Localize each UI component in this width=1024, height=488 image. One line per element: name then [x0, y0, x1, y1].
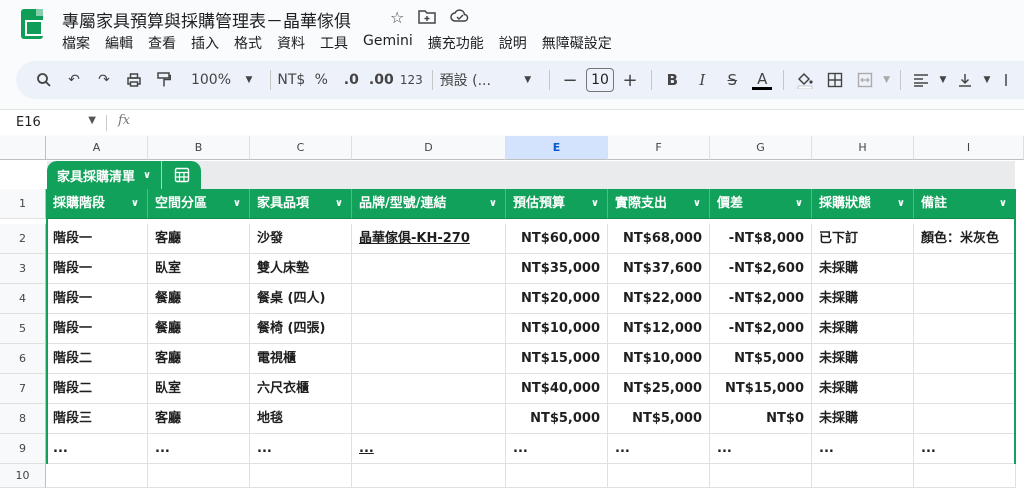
- menu-tools[interactable]: 工具: [320, 33, 348, 53]
- text-color-swatch: [752, 86, 773, 90]
- row-header-2[interactable]: 2: [0, 224, 46, 254]
- column-header-d[interactable]: D: [352, 136, 506, 160]
- menu-bar: 檔案 編輯 查看 插入 格式 資料 工具 Gemini 擴充功能 說明 無障礙設…: [62, 33, 627, 53]
- menu-insert[interactable]: 插入: [191, 33, 219, 53]
- spreadsheet-grid[interactable]: ABCDEFGHI 1 2 3 4 5 6 7 8 9 10 家具採購清單 ∨ 採購階段 ∨ 空間分區…: [0, 136, 1024, 488]
- menu-extensions[interactable]: 擴充功能: [428, 33, 484, 53]
- bold-button[interactable]: B: [658, 66, 686, 94]
- empty-cell[interactable]: [812, 464, 914, 488]
- row-header-3[interactable]: 3: [0, 254, 46, 284]
- chevron-down-icon[interactable]: ∨: [143, 170, 151, 181]
- table-view-icon[interactable]: [161, 161, 201, 189]
- star-icon[interactable]: ☆: [390, 8, 404, 28]
- table-border: [46, 189, 1016, 464]
- redo-icon[interactable]: ↷: [90, 66, 118, 94]
- toolbar: ↶ ↷ 100% ▼ NT$ % .0 .00 123 預設 (... ▼ − …: [16, 61, 1024, 99]
- chevron-down-icon[interactable]: ▼: [981, 66, 993, 94]
- borders-icon[interactable]: [821, 66, 849, 94]
- chevron-down-icon[interactable]: ▼: [881, 66, 893, 94]
- menu-file[interactable]: 檔案: [62, 33, 90, 53]
- increase-decimal-button[interactable]: .00: [367, 66, 395, 94]
- zoom-select[interactable]: 100%: [189, 66, 233, 94]
- search-icon[interactable]: [30, 66, 58, 94]
- empty-cell[interactable]: [608, 464, 710, 488]
- cloud-status-icon[interactable]: [450, 8, 470, 28]
- menu-edit[interactable]: 編輯: [105, 33, 133, 53]
- empty-cell[interactable]: [46, 464, 148, 488]
- text-color-label: A: [757, 69, 768, 88]
- select-all-corner[interactable]: [0, 136, 46, 160]
- column-header-b[interactable]: B: [148, 136, 250, 160]
- menu-accessibility[interactable]: 無障礙設定: [542, 33, 612, 53]
- fill-color-icon[interactable]: [791, 66, 819, 94]
- italic-button[interactable]: I: [688, 66, 716, 94]
- decrease-decimal-button[interactable]: .0: [337, 66, 365, 94]
- menu-view[interactable]: 查看: [148, 33, 176, 53]
- name-box[interactable]: E16 ▼: [16, 115, 96, 130]
- paint-format-icon[interactable]: [150, 66, 178, 94]
- empty-cell[interactable]: [148, 464, 250, 488]
- chevron-down-icon[interactable]: ▼: [514, 66, 542, 94]
- title-actions: ☆: [390, 8, 470, 28]
- cell-reference: E16: [16, 115, 41, 130]
- more-formats-button[interactable]: 123: [397, 66, 425, 94]
- vertical-align-icon[interactable]: [951, 66, 979, 94]
- column-header-e[interactable]: E: [506, 136, 608, 160]
- move-to-folder-icon[interactable]: [418, 8, 437, 28]
- table-name[interactable]: 家具採購清單 ∨: [47, 166, 161, 185]
- row-header-1[interactable]: 1: [0, 189, 46, 219]
- document-title[interactable]: 專屬家具預算與採購管理表－晶華傢俱: [62, 7, 351, 32]
- chevron-down-icon[interactable]: ▼: [88, 115, 96, 126]
- empty-cell[interactable]: [506, 464, 608, 488]
- menu-help[interactable]: 說明: [499, 33, 527, 53]
- row-header-6[interactable]: 6: [0, 344, 46, 374]
- decrease-font-size-icon[interactable]: −: [556, 66, 584, 94]
- font-select[interactable]: 預設 (...: [440, 66, 512, 94]
- row-header-10[interactable]: 10: [0, 464, 46, 488]
- row-header-4[interactable]: 4: [0, 284, 46, 314]
- chevron-down-icon[interactable]: ▼: [937, 66, 949, 94]
- menu-format[interactable]: 格式: [234, 33, 262, 53]
- title-bar: 專屬家具預算與採購管理表－晶華傢俱 ☆ 檔案 編輯 查看 插入 格式 資料 工具…: [0, 0, 1024, 56]
- merge-cells-icon[interactable]: [851, 66, 879, 94]
- empty-cell[interactable]: [250, 464, 352, 488]
- strikethrough-button[interactable]: S: [718, 66, 746, 94]
- divider: [106, 115, 107, 131]
- horizontal-align-icon[interactable]: [907, 66, 935, 94]
- menu-gemini[interactable]: Gemini: [363, 33, 413, 53]
- text-color-button[interactable]: A: [748, 66, 776, 94]
- column-header-a[interactable]: A: [46, 136, 148, 160]
- increase-font-size-icon[interactable]: +: [616, 66, 644, 94]
- empty-cell[interactable]: [914, 464, 1016, 488]
- table-name-label: 家具採購清單: [57, 169, 136, 185]
- row-header-8[interactable]: 8: [0, 404, 46, 434]
- table-name-chip[interactable]: 家具採購清單 ∨: [47, 161, 202, 189]
- percent-format-button[interactable]: %: [307, 66, 335, 94]
- menu-data[interactable]: 資料: [277, 33, 305, 53]
- currency-format-button[interactable]: NT$: [277, 66, 305, 94]
- undo-icon[interactable]: ↶: [60, 66, 88, 94]
- empty-cell[interactable]: [710, 464, 812, 488]
- function-icon: fx: [118, 113, 131, 128]
- column-header-c[interactable]: C: [250, 136, 352, 160]
- column-header-h[interactable]: H: [812, 136, 914, 160]
- row-header-5[interactable]: 5: [0, 314, 46, 344]
- column-header-i[interactable]: I: [914, 136, 1024, 160]
- chevron-down-icon[interactable]: ▼: [235, 66, 263, 94]
- formula-bar: E16 ▼ fx: [0, 109, 1024, 135]
- font-size-value[interactable]: 10: [585, 68, 614, 92]
- empty-cell[interactable]: [352, 464, 506, 488]
- font-size-field[interactable]: 10: [585, 66, 614, 94]
- sheets-logo-icon[interactable]: [21, 9, 43, 39]
- row-header-9[interactable]: 9: [0, 434, 46, 464]
- text-wrapping-icon[interactable]: [995, 66, 1023, 94]
- column-header-g[interactable]: G: [710, 136, 812, 160]
- row-header-7[interactable]: 7: [0, 374, 46, 404]
- column-header-f[interactable]: F: [608, 136, 710, 160]
- print-icon[interactable]: [120, 66, 148, 94]
